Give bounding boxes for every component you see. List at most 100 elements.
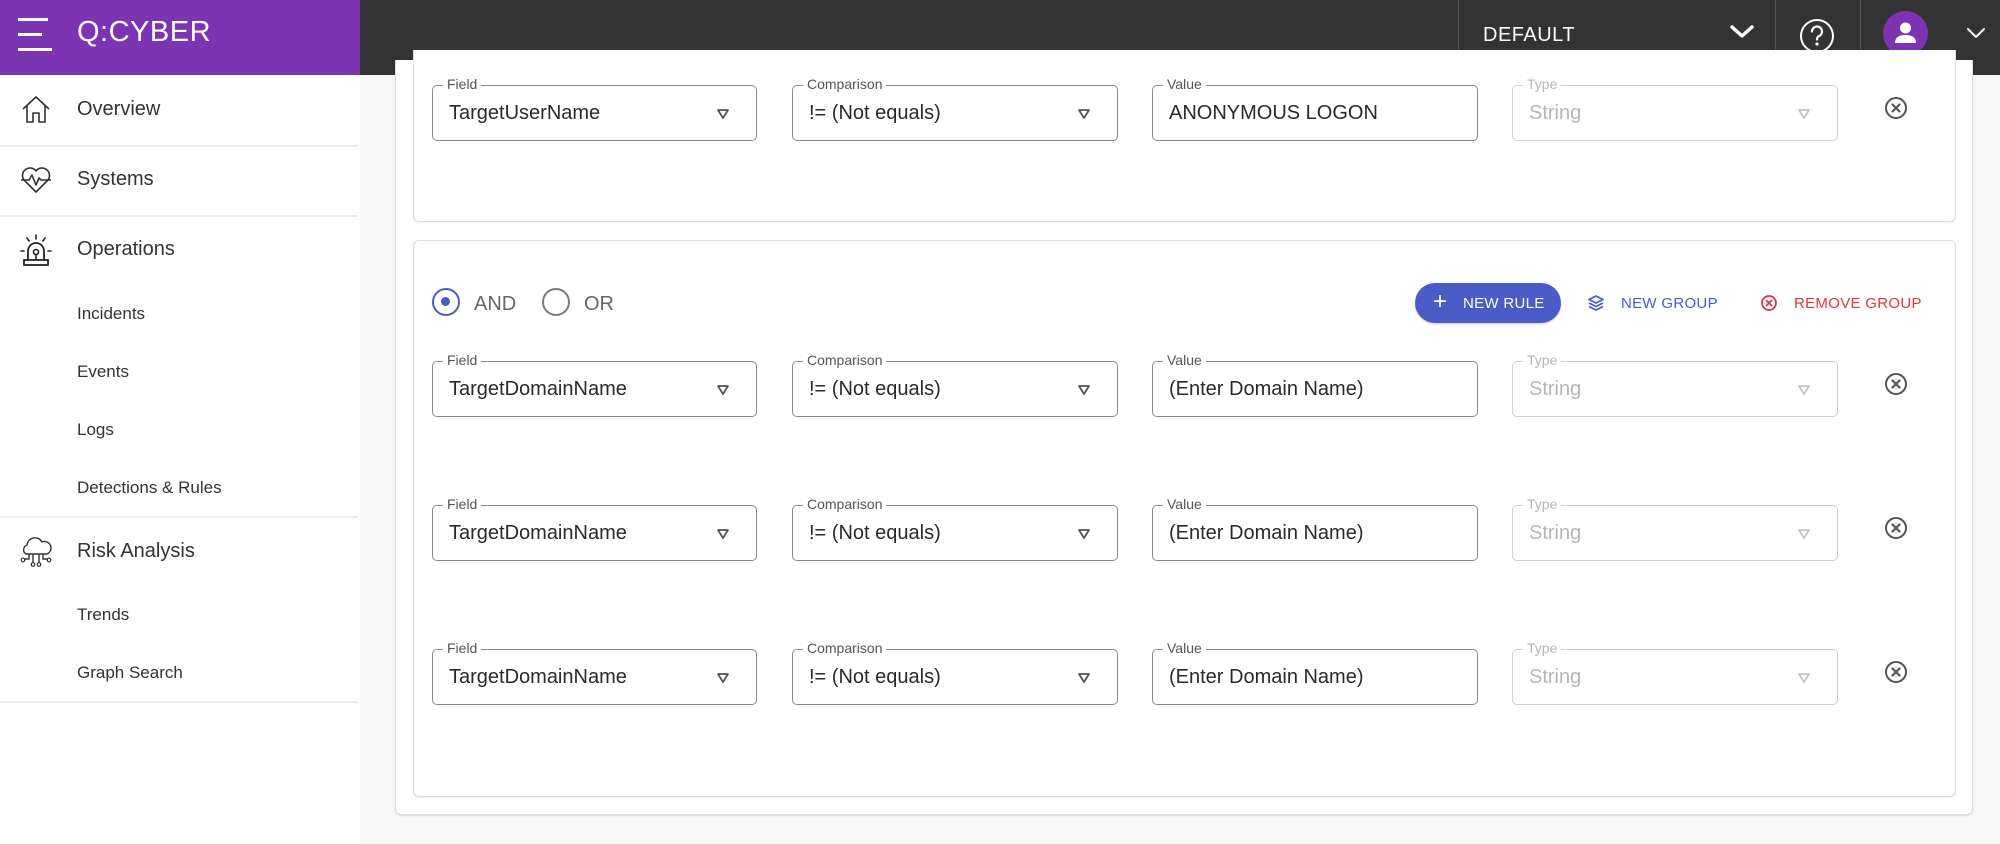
type-select: Type String <box>1512 352 1838 417</box>
comparison-label: Comparison <box>803 352 887 368</box>
rule-group: Field TargetUserName Comparison != (Not … <box>413 50 1956 222</box>
value-label: Value <box>1163 76 1206 92</box>
sidebar-item-label: Events <box>77 362 129 381</box>
user-menu-chevron-icon[interactable] <box>1966 26 1986 40</box>
sidebar-item-label: Operations <box>77 238 175 260</box>
radio-label: AND <box>474 293 517 315</box>
sidebar-item-risk-analysis[interactable]: Risk Analysis <box>0 517 360 587</box>
sidebar-item-events[interactable]: Events <box>0 343 360 401</box>
value-text: (Enter Domain Name) <box>1169 378 1364 400</box>
remove-rule-icon[interactable] <box>1883 515 1909 541</box>
radio-label: OR <box>584 293 614 315</box>
value-input[interactable]: Value (Enter Domain Name) <box>1152 640 1478 705</box>
comparison-label: Comparison <box>803 76 887 92</box>
field-select[interactable]: Field TargetDomainName <box>432 640 757 705</box>
type-label: Type <box>1523 76 1562 92</box>
dropdown-triangle-icon <box>1078 529 1090 539</box>
layers-icon <box>1588 295 1604 311</box>
remove-rule-icon[interactable] <box>1883 95 1909 121</box>
field-label: Field <box>443 640 482 656</box>
comparison-select[interactable]: Comparison != (Not equals) <box>792 640 1118 705</box>
type-label: Type <box>1523 640 1562 656</box>
dropdown-triangle-icon <box>1798 109 1810 119</box>
sidebar: Overview Systems Operations Incidents Ev… <box>0 75 360 844</box>
dropdown-triangle-icon <box>717 385 729 395</box>
sidebar-item-logs[interactable]: Logs <box>0 401 360 459</box>
sidebar-item-operations[interactable]: Operations <box>0 215 360 285</box>
chevron-down-icon <box>1730 25 1754 38</box>
radio-unchecked-icon <box>542 288 570 316</box>
dropdown-triangle-icon <box>1078 109 1090 119</box>
divider <box>0 701 358 703</box>
query-builder-container: Field TargetUserName Comparison != (Not … <box>395 50 1973 815</box>
field-value: TargetDomainName <box>449 522 627 544</box>
comparison-select[interactable]: Comparison != (Not equals) <box>792 496 1118 561</box>
type-value: String <box>1529 666 1582 688</box>
app-logo: Q:CYBER <box>77 16 212 48</box>
field-value: TargetDomainName <box>449 666 627 688</box>
value-label: Value <box>1163 640 1206 656</box>
dropdown-triangle-icon <box>1798 529 1810 539</box>
field-label: Field <box>443 496 482 512</box>
field-label: Field <box>443 76 482 92</box>
new-rule-button[interactable]: + NEW RULE <box>1415 283 1561 323</box>
type-select: Type String <box>1512 496 1838 561</box>
sidebar-item-trends[interactable]: Trends <box>0 586 360 644</box>
dropdown-triangle-icon <box>717 529 729 539</box>
value-input[interactable]: Value (Enter Domain Name) <box>1152 352 1478 417</box>
field-value: TargetUserName <box>449 102 601 124</box>
dropdown-triangle-icon <box>717 109 729 119</box>
sidebar-item-label: Risk Analysis <box>77 540 195 562</box>
heart-pulse-icon <box>21 167 51 193</box>
sidebar-item-overview[interactable]: Overview <box>0 75 360 145</box>
sidebar-item-label: Logs <box>77 420 114 439</box>
remove-rule-icon[interactable] <box>1883 659 1909 685</box>
type-label: Type <box>1523 352 1562 368</box>
rule-group: AND OR + NEW RULE NEW GROUP REMOVE GROUP <box>413 240 1956 797</box>
type-value: String <box>1529 102 1582 124</box>
user-icon <box>1895 22 1916 43</box>
sidebar-item-label: Detections & Rules <box>77 478 222 497</box>
dropdown-triangle-icon <box>1078 385 1090 395</box>
value-text: ANONYMOUS LOGON <box>1169 102 1378 124</box>
value-label: Value <box>1163 352 1206 368</box>
comparison-label: Comparison <box>803 496 887 512</box>
comparison-select[interactable]: Comparison != (Not equals) <box>792 352 1118 417</box>
field-select[interactable]: Field TargetUserName <box>432 76 757 141</box>
field-label: Field <box>443 352 482 368</box>
comparison-label: Comparison <box>803 640 887 656</box>
remove-rule-icon[interactable] <box>1883 371 1909 397</box>
type-value: String <box>1529 522 1582 544</box>
dropdown-triangle-icon <box>1798 673 1810 683</box>
sidebar-item-graph-search[interactable]: Graph Search <box>0 644 360 702</box>
sidebar-item-detections-rules[interactable]: Detections & Rules <box>0 459 360 517</box>
field-select[interactable]: Field TargetDomainName <box>432 496 757 561</box>
comparison-value: != (Not equals) <box>809 102 941 124</box>
new-rule-label: NEW RULE <box>1463 295 1545 312</box>
value-text: (Enter Domain Name) <box>1169 522 1364 544</box>
sidebar-item-systems[interactable]: Systems <box>0 145 360 215</box>
plus-icon: + <box>1433 288 1448 315</box>
dropdown-triangle-icon <box>717 673 729 683</box>
type-label: Type <box>1523 496 1562 512</box>
new-group-button[interactable]: NEW GROUP <box>1587 283 1727 323</box>
remove-circle-icon <box>1761 295 1777 311</box>
field-value: TargetDomainName <box>449 378 627 400</box>
value-input[interactable]: Value (Enter Domain Name) <box>1152 496 1478 561</box>
sidebar-item-incidents[interactable]: Incidents <box>0 285 360 343</box>
home-icon <box>22 96 50 123</box>
dropdown-triangle-icon <box>1798 385 1810 395</box>
remove-group-button[interactable]: REMOVE GROUP <box>1760 283 1930 323</box>
cloud-network-icon <box>20 537 52 567</box>
comparison-value: != (Not equals) <box>809 666 941 688</box>
sidebar-item-label: Graph Search <box>77 663 183 682</box>
type-select: Type String <box>1512 76 1838 141</box>
tenant-selector-value: DEFAULT <box>1483 24 1576 46</box>
hamburger-menu-icon[interactable] <box>18 17 52 51</box>
sidebar-item-label: Incidents <box>77 304 146 323</box>
field-select[interactable]: Field TargetDomainName <box>432 352 757 417</box>
comparison-select[interactable]: Comparison != (Not equals) <box>792 76 1118 141</box>
sidebar-item-label: Overview <box>77 98 161 120</box>
alarm-siren-icon <box>20 234 52 266</box>
value-input[interactable]: Value ANONYMOUS LOGON <box>1152 76 1478 141</box>
